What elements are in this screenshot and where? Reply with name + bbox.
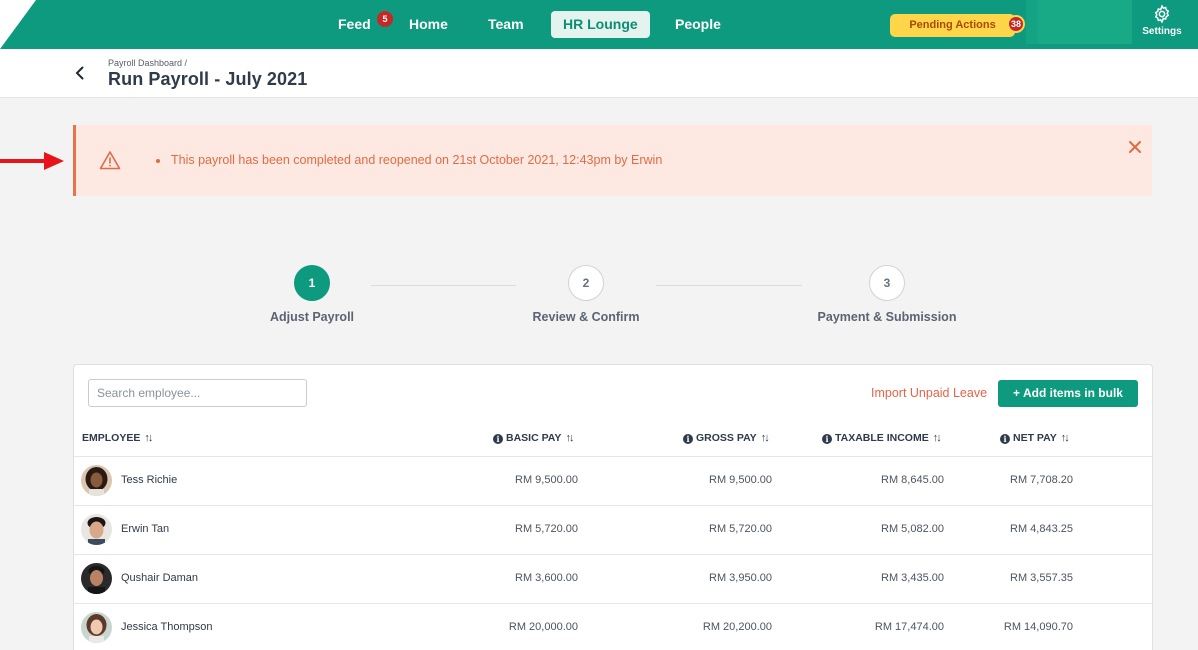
basic-pay-value: RM 20,000.00 (508, 621, 578, 633)
net-pay-value: RM 7,708.20 (1010, 474, 1073, 486)
employee-photo-icon (81, 563, 112, 594)
step-3-label: Payment & Submission (817, 310, 957, 324)
taxable-income-value: RM 3,435.00 (881, 572, 944, 584)
net-pay-value: RM 4,843.25 (1010, 523, 1073, 535)
annotation-arrow-icon (0, 152, 64, 170)
info-icon: i (822, 434, 832, 444)
nav-item-hr-lounge[interactable]: HR Lounge (551, 11, 650, 38)
pending-actions-button[interactable]: Pending Actions (890, 14, 1015, 37)
stepper-connector (371, 285, 516, 286)
search-employee-input[interactable] (88, 379, 307, 407)
avatar (81, 612, 112, 643)
info-icon: i (1000, 434, 1010, 444)
sort-icon: ↑↓ (565, 432, 574, 444)
column-header-label: BASIC PAY (506, 432, 562, 444)
column-header-taxable-income[interactable]: i TAXABLE INCOME ↑↓ (822, 432, 942, 444)
employee-photo-icon (81, 514, 112, 545)
column-header-label: TAXABLE INCOME (835, 432, 929, 444)
settings-label: Settings (1142, 26, 1182, 37)
breadcrumb[interactable]: Payroll Dashboard / (108, 58, 187, 68)
step-3-circle[interactable]: 3 (869, 265, 905, 301)
table-row[interactable]: Tess Richie RM 9,500.00 RM 9,500.00 RM 8… (74, 457, 1152, 505)
avatar (81, 465, 112, 496)
gross-pay-value: RM 20,200.00 (702, 621, 772, 633)
gross-pay-value: RM 9,500.00 (709, 474, 772, 486)
sort-icon: ↑↓ (144, 432, 153, 444)
sort-icon: ↑↓ (760, 432, 770, 444)
employee-photo-icon (81, 612, 112, 643)
sort-icon: ↑↓ (1060, 432, 1070, 444)
step-1-circle[interactable]: 1 (294, 265, 330, 301)
table-row[interactable]: Jessica Thompson RM 20,000.00 RM 20,200.… (74, 604, 1152, 650)
chevron-left-icon (75, 66, 84, 80)
taxable-income-value: RM 5,082.00 (881, 523, 944, 535)
avatar (81, 563, 112, 594)
gross-pay-value: RM 5,720.00 (709, 523, 772, 535)
column-header-label: EMPLOYEE (82, 432, 141, 444)
column-header-label: GROSS PAY (696, 432, 757, 444)
step-2-circle[interactable]: 2 (568, 265, 604, 301)
employee-name[interactable]: Tess Richie (121, 474, 177, 486)
column-header-net-pay[interactable]: i NET PAY ↑↓ (1000, 432, 1070, 444)
info-icon: i (683, 434, 693, 444)
gear-icon (1154, 4, 1170, 24)
taxable-income-value: RM 17,474.00 (874, 621, 944, 633)
alert-close-button[interactable] (1127, 139, 1143, 155)
employee-name[interactable]: Erwin Tan (121, 523, 169, 535)
warning-icon (99, 151, 121, 170)
logo-area (0, 0, 36, 49)
step-1-label: Adjust Payroll (269, 310, 355, 324)
table-row[interactable]: Erwin Tan RM 5,720.00 RM 5,720.00 RM 5,0… (74, 506, 1152, 554)
feed-notification-badge: 5 (377, 11, 393, 27)
profile-placeholder (1038, 0, 1132, 44)
alert-message-text: This payroll has been completed and reop… (171, 153, 663, 167)
column-header-gross-pay[interactable]: i GROSS PAY ↑↓ (683, 432, 770, 444)
gross-pay-value: RM 3,950.00 (709, 572, 772, 584)
nav-item-team[interactable]: Team (488, 11, 524, 38)
net-pay-value: RM 14,090.70 (1003, 621, 1073, 633)
reopened-alert-banner: This payroll has been completed and reop… (73, 125, 1152, 196)
settings-button[interactable]: Settings (1136, 4, 1188, 44)
employee-name[interactable]: Jessica Thompson (121, 621, 213, 633)
pending-actions-badge: 38 (1007, 15, 1025, 33)
back-button[interactable] (70, 63, 90, 83)
info-icon: i (493, 434, 503, 444)
basic-pay-value: RM 5,720.00 (515, 523, 578, 535)
table-row[interactable]: Qushair Daman RM 3,600.00 RM 3,950.00 RM… (74, 555, 1152, 603)
stepper-connector (656, 285, 802, 286)
close-icon (1129, 141, 1141, 153)
import-unpaid-leave-link[interactable]: Import Unpaid Leave (871, 386, 987, 400)
step-2-label: Review & Confirm (532, 310, 640, 324)
basic-pay-value: RM 9,500.00 (515, 474, 578, 486)
employee-photo-icon (81, 465, 112, 496)
column-header-employee[interactable]: EMPLOYEE ↑↓ (82, 432, 153, 444)
nav-item-people[interactable]: People (675, 11, 721, 38)
column-header-basic-pay[interactable]: i BASIC PAY ↑↓ (493, 432, 574, 444)
page-header: Payroll Dashboard / Run Payroll - July 2… (0, 49, 1198, 98)
nav-item-home[interactable]: Home (409, 11, 448, 38)
nav-item-feed[interactable]: Feed (338, 11, 371, 38)
employee-name[interactable]: Qushair Daman (121, 572, 198, 584)
taxable-income-value: RM 8,645.00 (881, 474, 944, 486)
basic-pay-value: RM 3,600.00 (515, 572, 578, 584)
avatar (81, 514, 112, 545)
column-header-label: NET PAY (1013, 432, 1057, 444)
alert-message: This payroll has been completed and reop… (156, 153, 662, 167)
net-pay-value: RM 3,557.35 (1010, 572, 1073, 584)
add-items-in-bulk-button[interactable]: + Add items in bulk (998, 380, 1138, 407)
sort-icon: ↑↓ (932, 432, 942, 444)
page-title: Run Payroll - July 2021 (108, 69, 308, 89)
bullet-icon (156, 158, 160, 163)
